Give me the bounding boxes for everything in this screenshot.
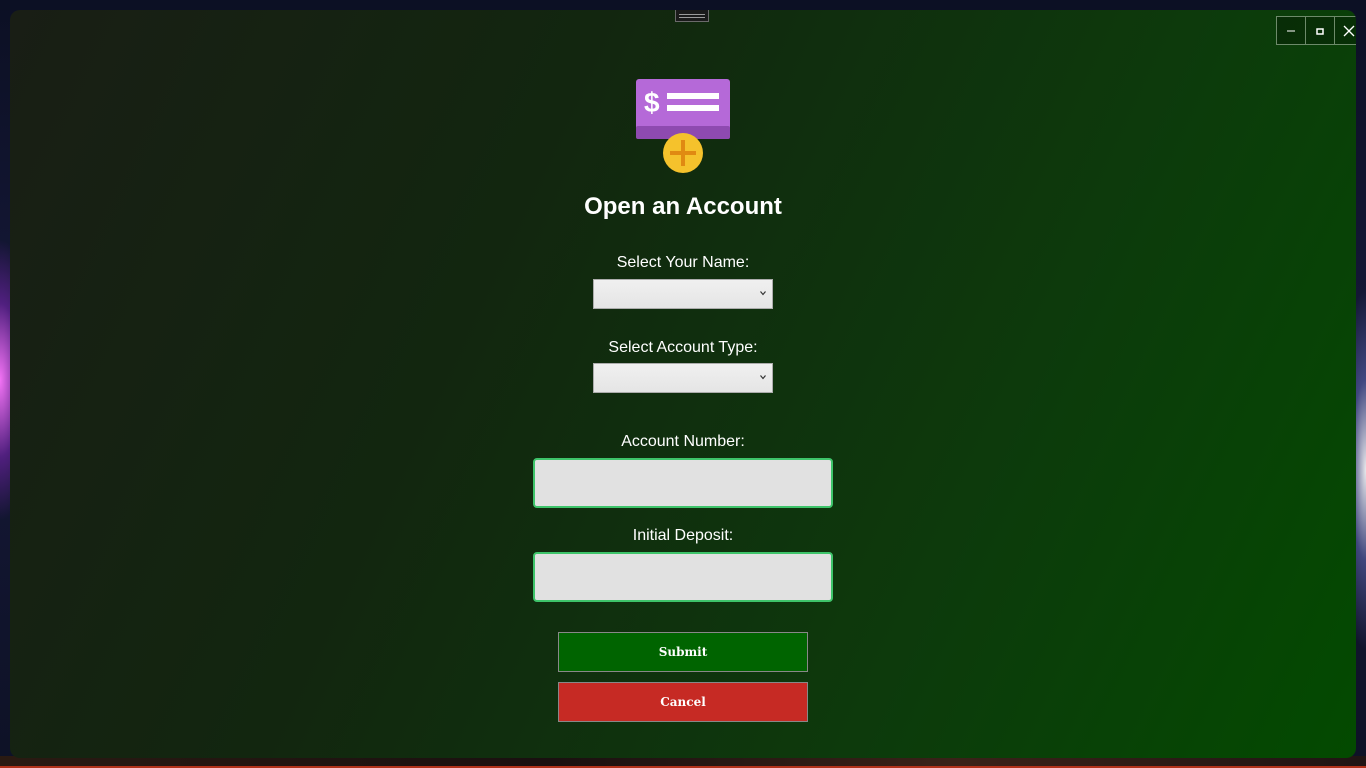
account-number-input[interactable] bbox=[533, 458, 833, 508]
chevron-down-icon bbox=[760, 375, 766, 380]
new-account-check-icon: $ bbox=[636, 79, 730, 173]
name-label: Select Your Name: bbox=[616, 254, 750, 271]
name-dropdown[interactable] bbox=[593, 279, 773, 309]
close-button[interactable] bbox=[1334, 16, 1356, 45]
maximize-button[interactable] bbox=[1305, 16, 1335, 45]
maximize-icon bbox=[1316, 27, 1324, 35]
page-title: Open an Account bbox=[584, 193, 782, 220]
minimize-button[interactable] bbox=[1276, 16, 1306, 45]
initial-deposit-label: Initial Deposit: bbox=[632, 527, 734, 544]
open-account-window: $ Open an Account Select Your Name: Sele… bbox=[10, 10, 1356, 758]
account-type-dropdown[interactable] bbox=[593, 363, 773, 393]
close-icon bbox=[1343, 25, 1355, 36]
submit-button[interactable]: Submit bbox=[558, 632, 808, 672]
cancel-button[interactable]: Cancel bbox=[558, 682, 808, 722]
account-number-label: Account Number: bbox=[621, 433, 745, 450]
minimize-icon bbox=[1287, 30, 1295, 31]
window-drag-handle[interactable] bbox=[675, 10, 709, 22]
chevron-down-icon bbox=[760, 291, 766, 296]
initial-deposit-input[interactable] bbox=[533, 552, 833, 602]
form-content: $ Open an Account Select Your Name: Sele… bbox=[10, 10, 1356, 758]
svg-text:$: $ bbox=[644, 87, 660, 118]
window-controls bbox=[1276, 16, 1356, 45]
account-type-label: Select Account Type: bbox=[608, 339, 758, 356]
